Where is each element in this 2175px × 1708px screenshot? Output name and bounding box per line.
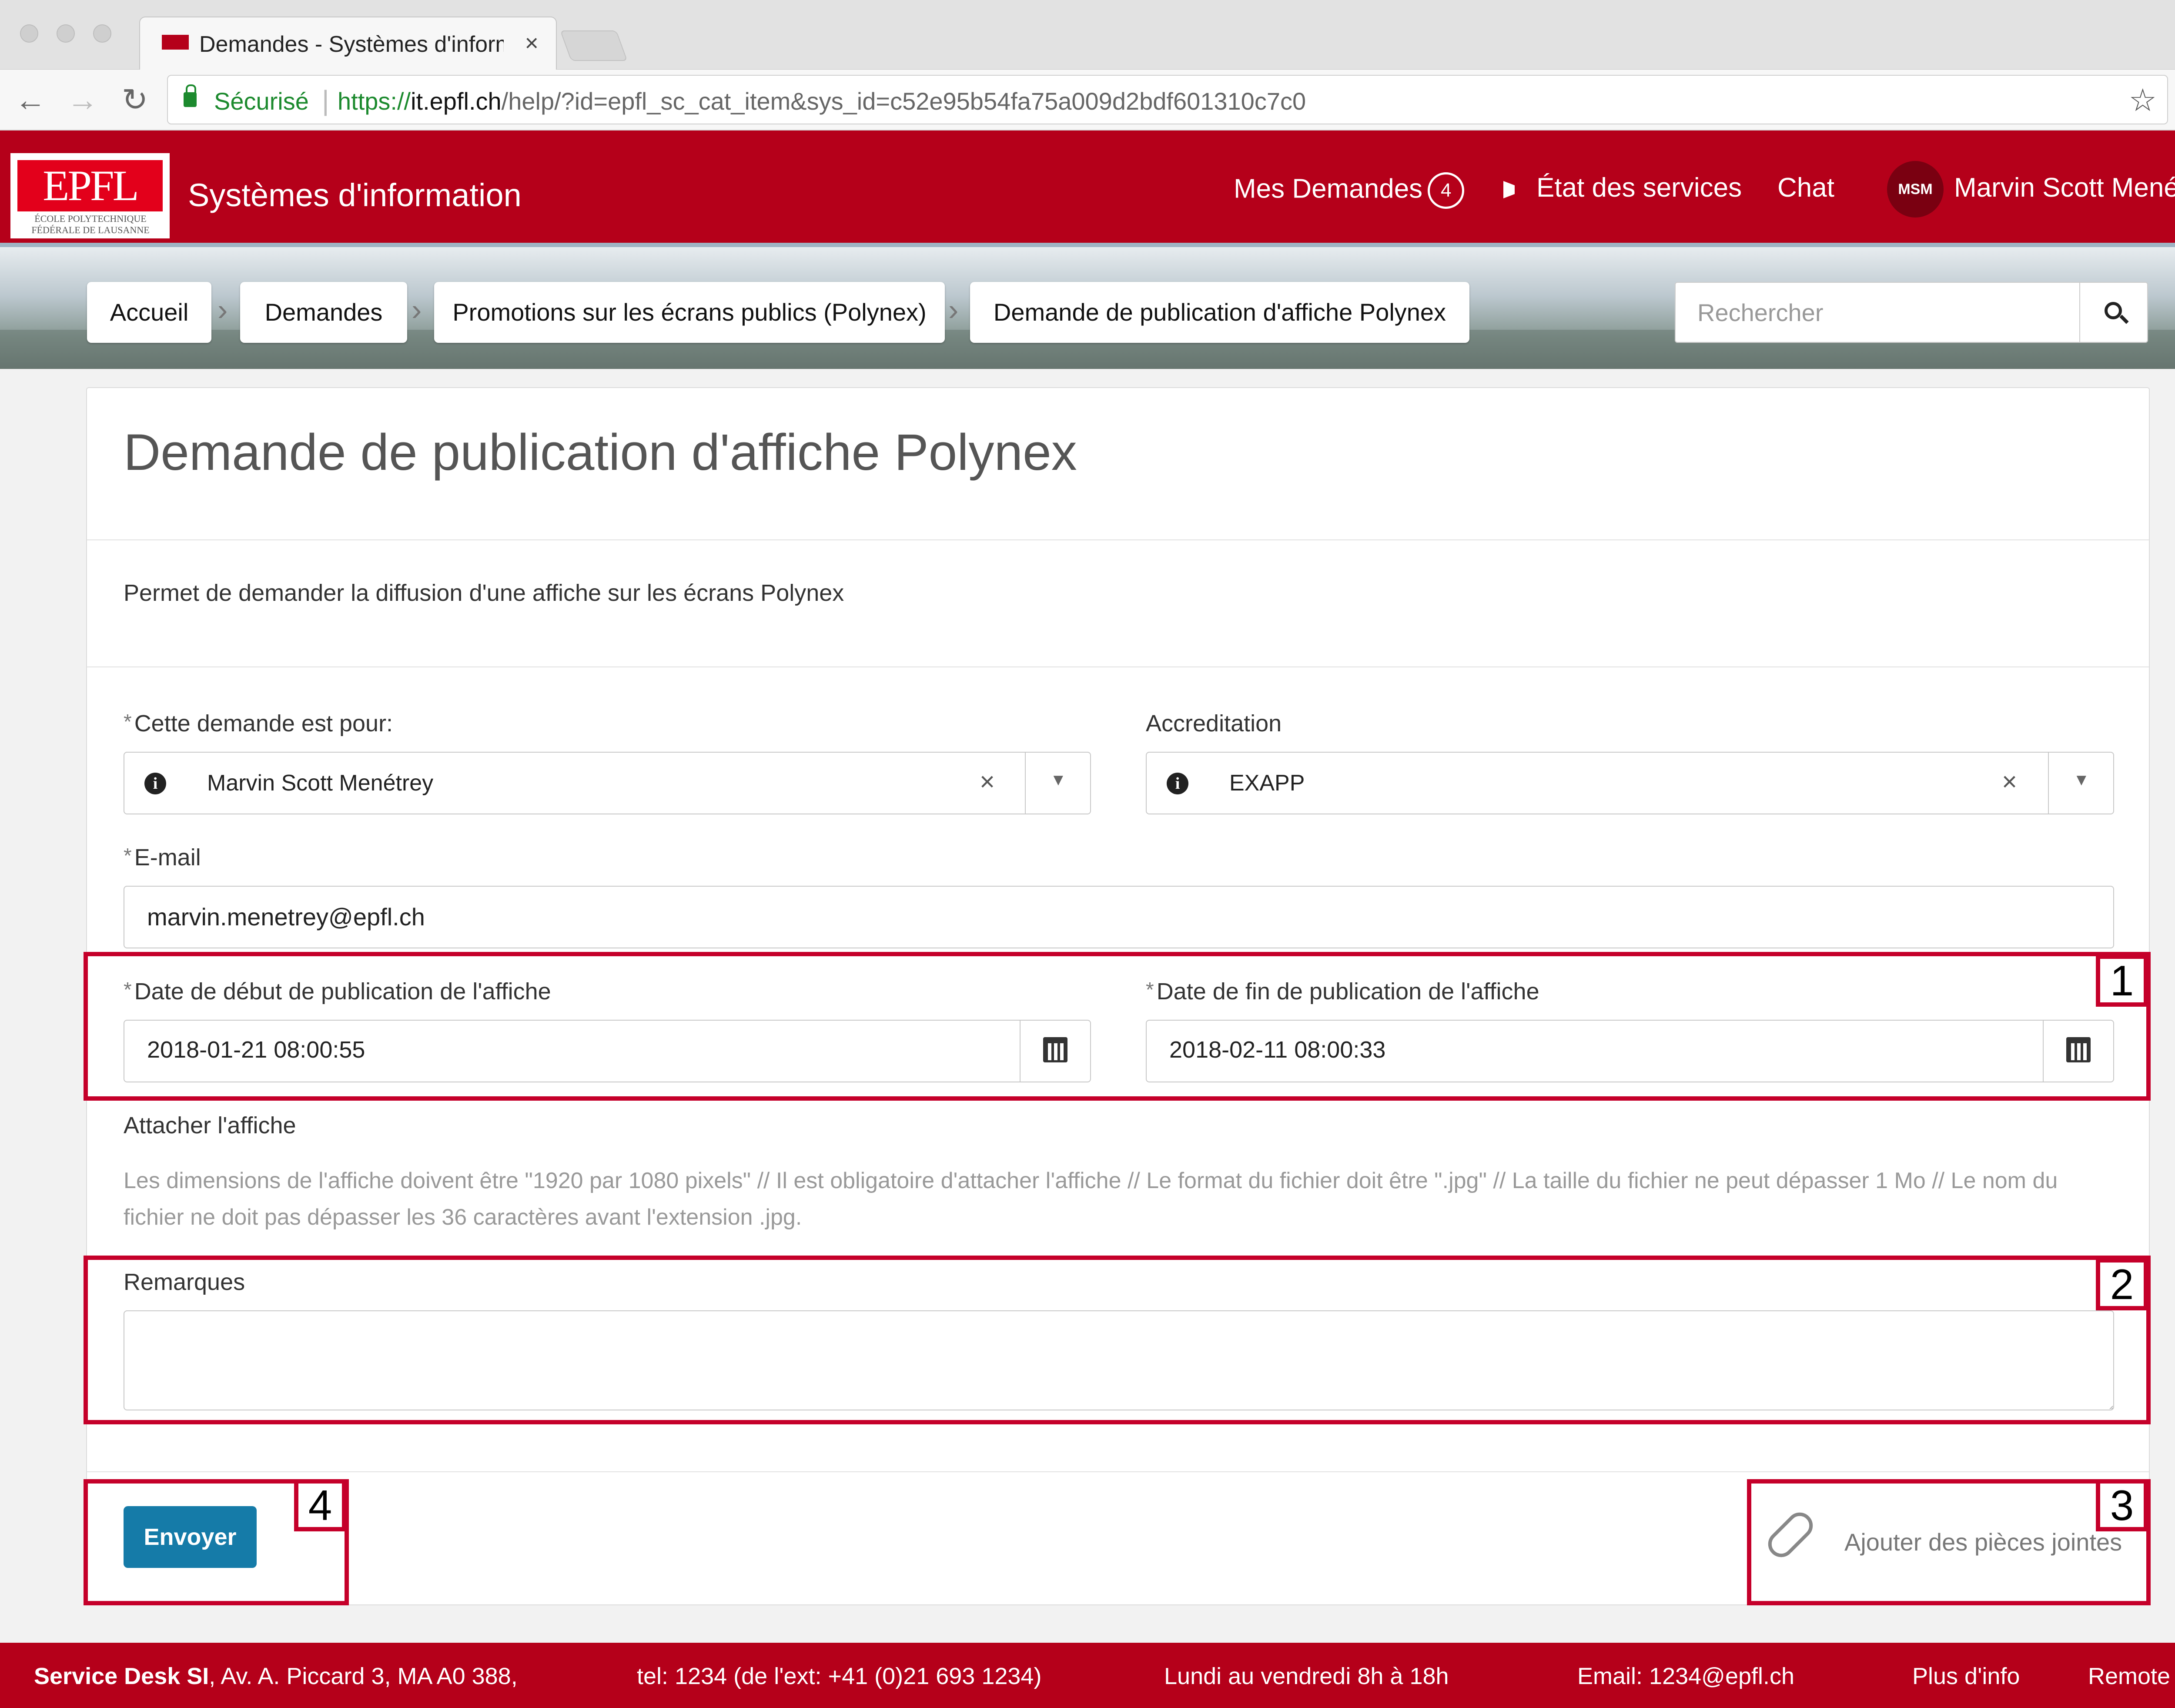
user-avatar[interactable]: MSM <box>1887 161 1944 218</box>
nav-chat[interactable]: Chat <box>1777 172 1834 203</box>
address-bar[interactable]: Sécurisé | https://it.epfl.ch/help/?id=e… <box>167 75 2168 124</box>
attach-help-text: Les dimensions de l'affiche doivent être… <box>124 1168 2058 1230</box>
window-minimize-dot[interactable] <box>57 24 75 43</box>
divider <box>87 666 2149 667</box>
browser-toolbar: ← → ↻ Sécurisé | https://it.epfl.ch/help… <box>0 70 2175 131</box>
requests-count-badge: 4 <box>1428 172 1465 209</box>
footer-phone[interactable]: tel: 1234 (de l'ext: +41 (0)21 693 1234) <box>637 1663 1041 1690</box>
breadcrumb-current-page[interactable]: Demande de publication d'affiche Polynex <box>970 282 1469 343</box>
breadcrumb-separator: › <box>412 293 422 327</box>
reload-icon[interactable]: ↻ <box>117 83 152 117</box>
annotation-number-3: 3 <box>2096 1479 2148 1531</box>
requested-for-value: Marvin Scott Menétrey <box>207 770 434 796</box>
footer-remote-control-link[interactable]: Remote contr <box>2088 1663 2175 1690</box>
nav-service-status[interactable]: État des services <box>1503 172 1742 203</box>
annotation-number-2: 2 <box>2096 1258 2148 1310</box>
dropdown-toggle[interactable]: ▼ <box>2048 753 2113 814</box>
forward-arrow-icon[interactable]: → <box>65 83 100 117</box>
footer-hours: Lundi au vendredi 8h à 18h <box>1164 1663 1449 1689</box>
email-label: * E-mail <box>124 844 201 871</box>
annotation-box-3 <box>1747 1479 2151 1605</box>
window-close-dot[interactable] <box>20 24 38 43</box>
breadcrumb-requests[interactable]: Demandes <box>240 282 407 343</box>
info-icon[interactable]: i <box>1167 773 1188 794</box>
requested-for-label: * Cette demande est pour: <box>124 710 393 737</box>
search-button[interactable] <box>2079 283 2147 342</box>
browser-tab[interactable]: Demandes - Systèmes d'inform × <box>139 17 557 70</box>
window-zoom-dot[interactable] <box>93 24 111 43</box>
accreditation-label: Accreditation <box>1146 710 1282 737</box>
site-title[interactable]: Systèmes d'information <box>188 177 522 214</box>
chevron-down-icon: ▼ <box>1050 771 1067 789</box>
lock-icon <box>184 84 197 107</box>
breadcrumb-separator: › <box>948 293 959 327</box>
tab-title: Demandes - Systèmes d'inform <box>199 32 504 57</box>
breadcrumb-separator: › <box>218 293 228 327</box>
dropdown-toggle[interactable]: ▼ <box>1025 753 1090 814</box>
email-field[interactable]: marvin.menetrey@epfl.ch <box>124 886 2114 948</box>
megaphone-icon <box>1503 181 1529 198</box>
divider <box>87 539 2149 540</box>
form-description: Permet de demander la diffusion d'une af… <box>124 580 844 606</box>
annotation-box-1 <box>84 952 2151 1101</box>
search-input[interactable] <box>1676 283 2080 342</box>
secure-label: Sécurisé <box>214 87 309 115</box>
site-footer: Service Desk SI, Av. A. Piccard 3, MA A0… <box>0 1643 2175 1708</box>
annotation-box-2 <box>84 1256 2151 1424</box>
info-icon[interactable]: i <box>144 773 166 794</box>
accreditation-select[interactable]: i EXAPP × ▼ <box>1146 752 2114 814</box>
annotation-number-1: 1 <box>2096 954 2148 1007</box>
divider <box>87 1471 2149 1472</box>
epfl-logo[interactable]: EPFL ÉCOLE POLYTECHNIQUE FÉDÉRALE DE LAU… <box>10 153 170 238</box>
chevron-down-icon: ▼ <box>2073 771 2090 789</box>
attach-poster-label: Attacher l'affiche <box>124 1112 296 1139</box>
footer-email[interactable]: Email: 1234@epfl.ch <box>1577 1663 1794 1690</box>
user-name[interactable]: Marvin Scott Menétrey <box>1954 172 2175 203</box>
footer-more-info-link[interactable]: Plus d'info <box>1912 1663 2020 1690</box>
browser-tab-strip: Demandes - Systèmes d'inform × <box>0 0 2175 70</box>
breadcrumb-band: Accueil › Demandes › Promotions sur les … <box>0 243 2175 369</box>
accreditation-value: EXAPP <box>1229 770 1305 796</box>
requested-for-select[interactable]: i Marvin Scott Menétrey × ▼ <box>124 752 1091 814</box>
url-text[interactable]: https://it.epfl.ch/help/?id=epfl_sc_cat_… <box>338 87 1306 115</box>
new-tab-button[interactable] <box>560 30 628 61</box>
footer-address: Service Desk SI, Av. A. Piccard 3, MA A0… <box>34 1663 518 1689</box>
bookmark-star-icon[interactable]: ☆ <box>2128 82 2157 118</box>
nav-my-requests[interactable]: Mes Demandes 4 <box>1234 172 1465 209</box>
breadcrumb-polynex-promotions[interactable]: Promotions sur les écrans publics (Polyn… <box>434 282 945 343</box>
search-box <box>1675 282 2148 343</box>
epfl-favicon-icon <box>162 35 189 50</box>
tab-close-icon[interactable]: × <box>525 30 539 57</box>
clear-icon[interactable]: × <box>980 767 995 797</box>
back-arrow-icon[interactable]: ← <box>13 83 48 117</box>
breadcrumb-home[interactable]: Accueil <box>87 282 211 343</box>
page-title: Demande de publication d'affiche Polynex <box>124 424 1077 481</box>
clear-icon[interactable]: × <box>2002 767 2017 797</box>
url-separator: | <box>322 85 329 116</box>
annotation-number-4: 4 <box>294 1479 346 1531</box>
site-header: EPFL ÉCOLE POLYTECHNIQUE FÉDÉRALE DE LAU… <box>0 131 2175 243</box>
